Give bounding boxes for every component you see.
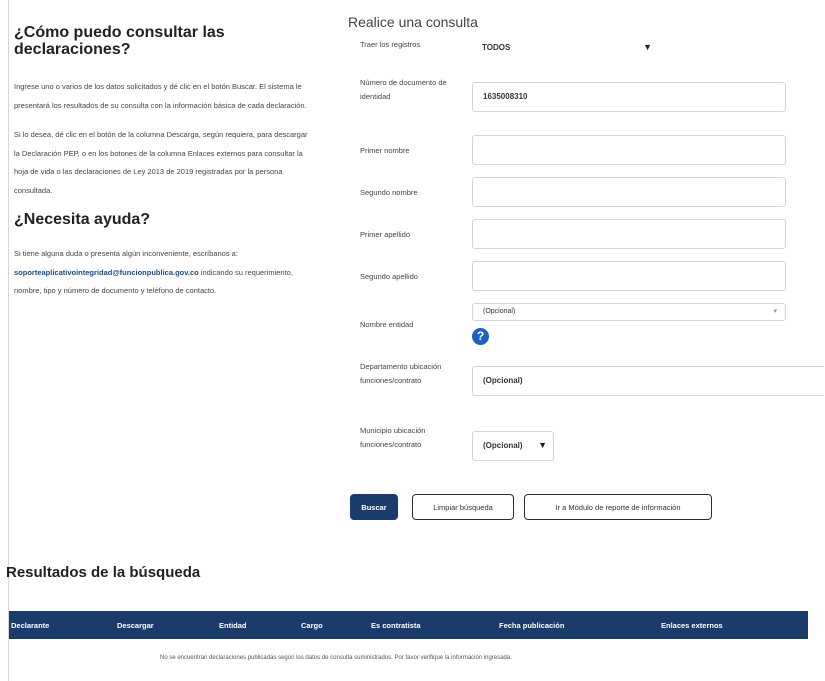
municipio-label: Municipio ubicación funciones/contrato [360, 426, 426, 449]
entidad-value: (Opcional) [483, 308, 516, 315]
segundo-apellido-input[interactable] [472, 261, 786, 291]
heading-how-to-consult: ¿Cómo puedo consultar las declaraciones? [14, 24, 314, 58]
limpiar-busqueda-button[interactable]: Limpiar búsqueda [412, 494, 514, 520]
help-question-icon[interactable]: ? [472, 328, 489, 345]
col-declarante[interactable]: Declarante [11, 621, 49, 630]
instructions-paragraph: Ingrese uno o varios de los datos solici… [14, 82, 307, 110]
municipio-value: (Opcional) [483, 441, 523, 450]
results-table-header: Declarante Descargar Entidad Cargo Es co… [9, 611, 808, 639]
col-enlaces-externos[interactable]: Enlaces externos [661, 621, 723, 630]
traer-registros-label: Traer los registros [360, 40, 421, 49]
download-paragraph: Si lo desea, dé clic en el botón de la c… [14, 130, 308, 195]
help-paragraph: Si tiene alguna duda o presenta algún in… [14, 245, 314, 301]
help-text-before: Si tiene alguna duda o presenta algún in… [14, 249, 238, 258]
reporte-informacion-button[interactable]: Ir a Módulo de reporte de información [524, 494, 712, 520]
segundo-nombre-input[interactable] [472, 177, 786, 207]
chevron-down-icon: ▼ [643, 42, 652, 52]
results-title: Resultados de la búsqueda [6, 564, 201, 581]
heading-how-to-consult-line1: ¿Cómo puedo consultar las [14, 24, 225, 41]
no-results-message: No se encuentran declaraciones publicada… [160, 655, 512, 661]
form-title: Realice una consulta [348, 14, 478, 30]
col-es-contratista[interactable]: Es contratista [371, 621, 421, 630]
heading-need-help: ¿Necesita ayuda? [14, 211, 151, 228]
segundo-nombre-label: Segundo nombre [360, 188, 418, 197]
heading-how-to-consult-line2: declaraciones? [14, 41, 131, 58]
help-panel: ¿Cómo puedo consultar las declaraciones?… [14, 24, 314, 312]
entidad-select[interactable]: (Opcional) ▾ [472, 303, 786, 321]
chevron-down-icon: ▾ [773, 308, 777, 315]
municipio-select[interactable]: (Opcional) ▼ [472, 431, 554, 461]
primer-apellido-label: Primer apellido [360, 230, 411, 239]
primer-apellido-input[interactable] [472, 219, 786, 249]
departamento-value: (Opcional) [483, 376, 523, 385]
col-entidad[interactable]: Entidad [219, 621, 247, 630]
documento-label: Número de documento de identidad [360, 78, 447, 101]
buscar-button[interactable]: Buscar [350, 494, 398, 520]
col-cargo[interactable]: Cargo [301, 621, 323, 630]
traer-registros-value: TODOS [482, 43, 511, 52]
primer-nombre-label: Primer nombre [360, 146, 410, 155]
chevron-down-icon: ▼ [538, 440, 547, 450]
primer-nombre-input[interactable] [472, 135, 786, 165]
col-fecha-publicacion[interactable]: Fecha publicación [499, 621, 564, 630]
departamento-label: Departamento ubicación funciones/contrat… [360, 362, 442, 385]
traer-registros-select[interactable]: TODOS ▼ [472, 36, 660, 60]
entidad-label: Nombre entidad [360, 320, 414, 329]
col-descargar[interactable]: Descargar [117, 621, 154, 630]
documento-input[interactable]: 1635008310 [472, 82, 786, 112]
segundo-apellido-label: Segundo apellido [360, 272, 418, 281]
departamento-select[interactable]: (Opcional) [472, 366, 824, 396]
documento-value: 1635008310 [483, 92, 528, 101]
support-email-link[interactable]: soporteaplicativointegridad@funcionpubli… [14, 268, 199, 277]
